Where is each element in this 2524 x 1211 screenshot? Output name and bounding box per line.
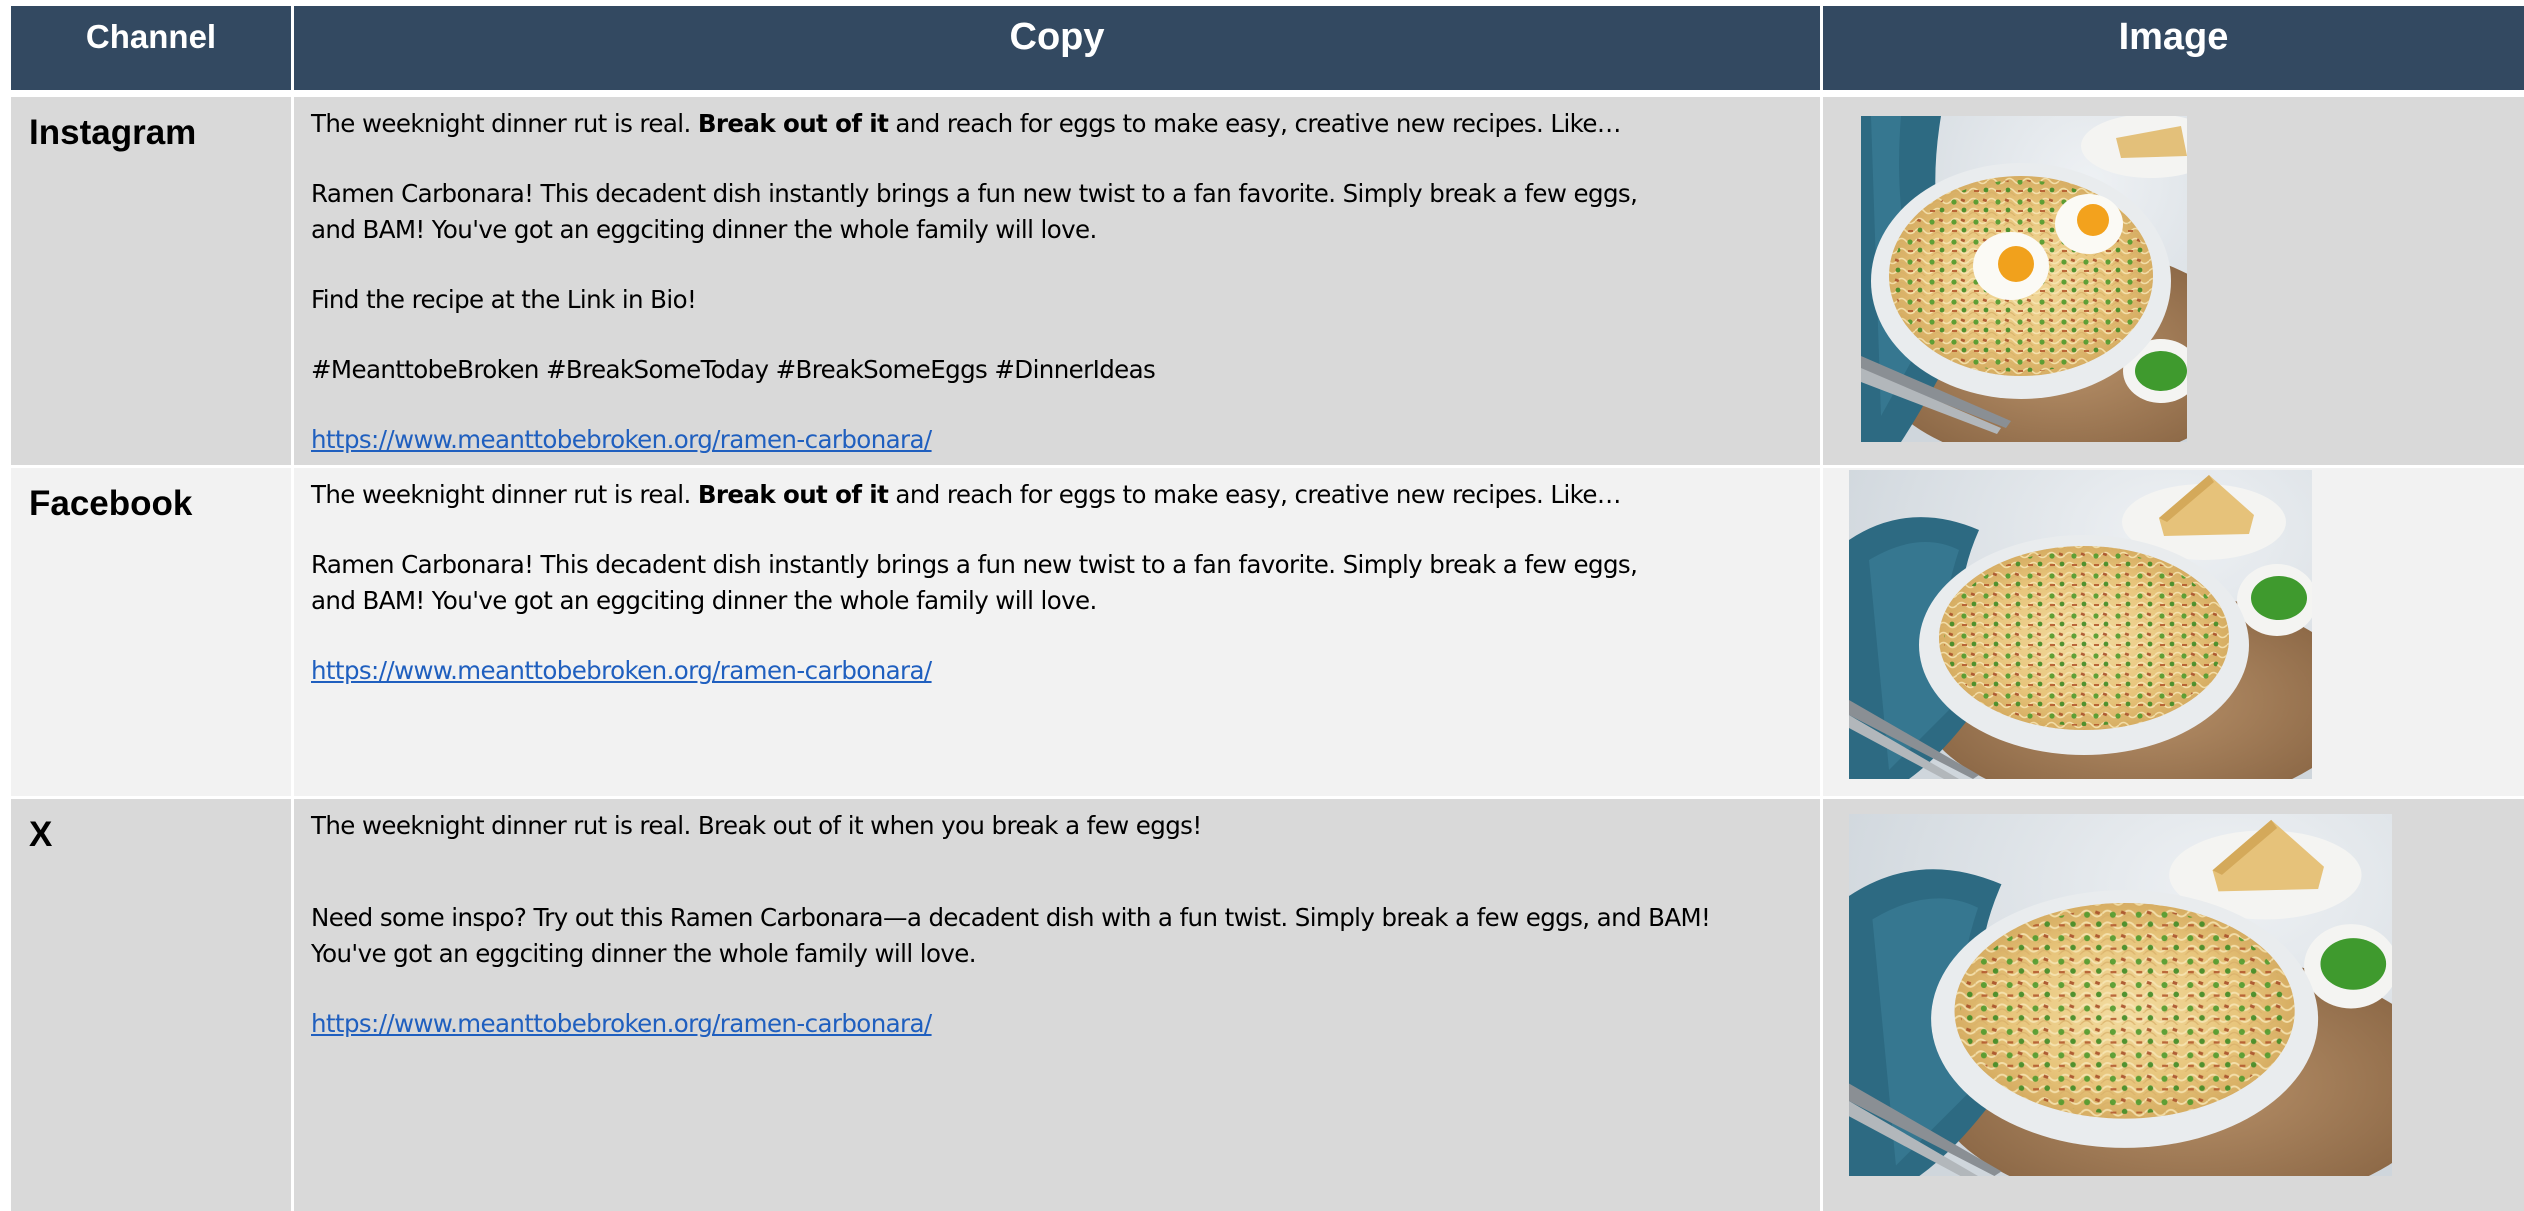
copy-hashtags: #MeanttobeBroken #BreakSomeToday #BreakS… xyxy=(311,355,1156,384)
copy-link-line: https://www.meanttobebroken.org/ramen-ca… xyxy=(311,422,932,458)
header-channel-label: Channel xyxy=(85,18,217,55)
copy-line: Ramen Carbonara! This decadent dish inst… xyxy=(311,179,1638,208)
row-facebook-image-cell xyxy=(1823,468,2524,796)
header-image-label: Image xyxy=(2118,16,2229,58)
copy-line: Find the recipe at the Link in Bio! xyxy=(311,285,697,314)
recipe-link[interactable]: https://www.meanttobebroken.org/ramen-ca… xyxy=(311,1009,932,1038)
row-instagram-channel: Instagram xyxy=(11,97,291,465)
ramen-carbonara-bowl-photo xyxy=(1849,814,2392,1176)
header-channel: Channel xyxy=(11,6,291,90)
copy-line: You've got an eggciting dinner the whole… xyxy=(311,939,977,968)
channel-name: Instagram xyxy=(29,113,197,152)
ramen-carbonara-bowl-photo xyxy=(1849,470,2312,779)
row-facebook-copy: The weeknight dinner rut is real. Break … xyxy=(294,468,1820,796)
copy-link-line: https://www.meanttobebroken.org/ramen-ca… xyxy=(311,653,932,689)
row-facebook-channel: Facebook xyxy=(11,468,291,796)
social-copy-table: Channel Copy Image Instagram The weeknig… xyxy=(0,0,2524,1211)
header-image: Image xyxy=(1823,6,2524,90)
recipe-link[interactable]: https://www.meanttobebroken.org/ramen-ca… xyxy=(311,656,932,685)
copy-link-line: https://www.meanttobebroken.org/ramen-ca… xyxy=(311,1006,932,1042)
row-instagram-copy: The weeknight dinner rut is real. Break … xyxy=(294,97,1820,465)
copy-line: The weeknight dinner rut is real. Break … xyxy=(311,480,1621,509)
row-x-channel: X xyxy=(11,799,291,1211)
copy-line: and BAM! You've got an eggciting dinner … xyxy=(311,215,1097,244)
copy-line: Ramen Carbonara! This decadent dish inst… xyxy=(311,550,1638,579)
ramen-carbonara-with-eggs-photo xyxy=(1861,116,2187,442)
header-copy-label: Copy xyxy=(1009,16,1105,58)
header-copy: Copy xyxy=(294,6,1820,90)
row-instagram-image-cell xyxy=(1823,97,2524,465)
copy-line: and BAM! You've got an eggciting dinner … xyxy=(311,586,1097,615)
channel-name: X xyxy=(29,815,53,854)
copy-line: The weeknight dinner rut is real. Break … xyxy=(311,811,1202,840)
copy-line: Need some inspo? Try out this Ramen Carb… xyxy=(311,903,1711,932)
channel-name: Facebook xyxy=(29,484,193,523)
copy-line: The weeknight dinner rut is real. Break … xyxy=(311,109,1621,138)
row-x-copy: The weeknight dinner rut is real. Break … xyxy=(294,799,1820,1211)
recipe-link[interactable]: https://www.meanttobebroken.org/ramen-ca… xyxy=(311,425,932,454)
row-x-image-cell xyxy=(1823,799,2524,1211)
